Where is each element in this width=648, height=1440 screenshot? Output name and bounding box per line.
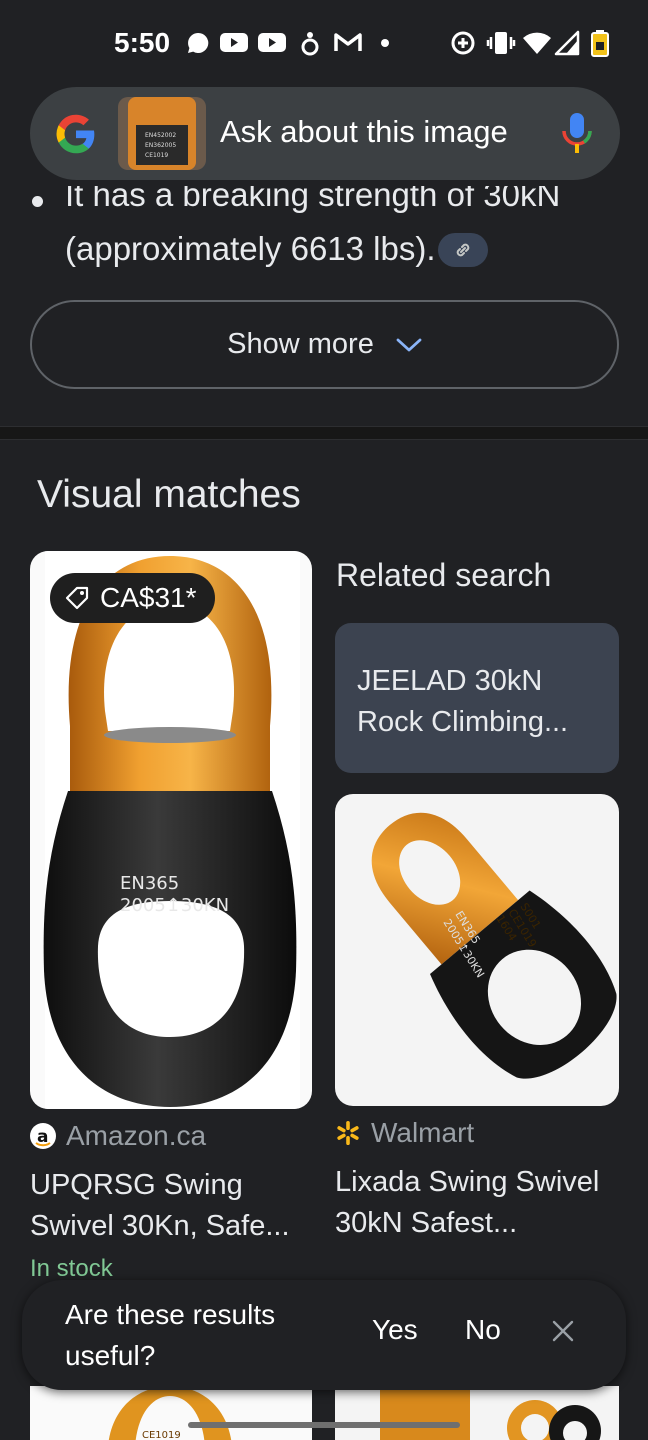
status-bar: 5:50 xyxy=(0,0,648,86)
status-time: 5:50 xyxy=(114,27,171,58)
source-link-chip[interactable] xyxy=(438,233,488,267)
data-saver-icon xyxy=(451,31,475,55)
mic-icon[interactable] xyxy=(560,113,594,155)
gmail-icon xyxy=(334,33,362,51)
vibrate-icon xyxy=(486,32,516,54)
product-title[interactable]: Lixada Swing Swivel 30kN Safest... xyxy=(335,1162,615,1244)
related-search-text: JEELAD 30kN Rock Climbing... xyxy=(357,665,569,738)
feedback-no-button[interactable]: No xyxy=(465,1314,501,1346)
dot-icon xyxy=(381,39,389,47)
close-icon[interactable] xyxy=(550,1318,576,1344)
stock-status: In stock xyxy=(30,1255,113,1281)
youtube-icon xyxy=(258,33,286,52)
engraving-text: EN365 xyxy=(120,873,179,894)
source-label: Amazon.ca xyxy=(66,1120,207,1151)
section-divider xyxy=(0,426,648,440)
app-icon xyxy=(301,32,319,56)
tag-icon xyxy=(65,586,89,610)
source-walmart[interactable]: Walmart xyxy=(335,1117,474,1149)
query-image-thumbnail[interactable]: EN452002 EN362005 CE1019 xyxy=(118,97,206,170)
signal-icon xyxy=(554,30,580,56)
svg-text:EN452002: EN452002 xyxy=(145,132,176,139)
walmart-icon xyxy=(337,1121,359,1145)
amazon-icon: a xyxy=(30,1123,56,1149)
show-more-button[interactable]: Show more xyxy=(30,300,619,389)
show-more-label: Show more xyxy=(227,328,374,360)
wifi-icon xyxy=(523,32,551,54)
product-image-swivel-amazon[interactable]: EN365 2005↥30KN xyxy=(30,551,312,1109)
link-icon xyxy=(456,243,470,257)
related-search-label: Related search xyxy=(336,557,552,593)
svg-text:EN362005: EN362005 xyxy=(145,142,176,149)
feedback-yes-button[interactable]: Yes xyxy=(372,1314,418,1346)
feedback-question: Are these results useful? xyxy=(65,1299,276,1371)
search-input[interactable]: Ask about this image xyxy=(220,114,520,150)
battery-icon xyxy=(591,30,609,57)
related-search-chip[interactable]: JEELAD 30kN Rock Climbing... xyxy=(335,623,619,773)
source-label: Walmart xyxy=(371,1117,475,1148)
answer-text-line: (approximately 6613 lbs). xyxy=(65,230,436,267)
bullet xyxy=(32,196,43,207)
product-image-swivel-walmart[interactable]: EN365 2005↥30KN S001 CE1019 1604 xyxy=(335,794,619,1106)
chevron-down-icon xyxy=(396,338,422,351)
whatsapp-icon xyxy=(188,32,209,53)
price-badge: CA$31* xyxy=(50,573,215,623)
visual-matches-title: Visual matches xyxy=(37,473,301,516)
engraving-text: CE1019 xyxy=(142,1430,181,1440)
product-image-peek[interactable]: CE1019 xyxy=(30,1386,312,1440)
source-amazon[interactable]: a Amazon.ca xyxy=(30,1120,206,1152)
answer-text-line: It has a breaking strength of 30kN xyxy=(65,176,561,213)
feedback-snackbar: Are these results useful? Yes No xyxy=(22,1280,626,1390)
product-title[interactable]: UPQRSG Swing Swivel 30Kn, Safe... xyxy=(30,1165,310,1247)
engraving-text: 2005↥30KN xyxy=(120,895,229,916)
ask-image-bar[interactable]: EN452002 EN362005 CE1019 Ask about this … xyxy=(30,87,620,180)
youtube-icon xyxy=(220,33,248,52)
product-image-peek[interactable] xyxy=(335,1386,619,1440)
price-label: CA$31* xyxy=(100,582,197,613)
svg-text:CE1019: CE1019 xyxy=(145,152,168,159)
google-icon xyxy=(56,114,95,154)
home-indicator[interactable] xyxy=(188,1422,460,1428)
